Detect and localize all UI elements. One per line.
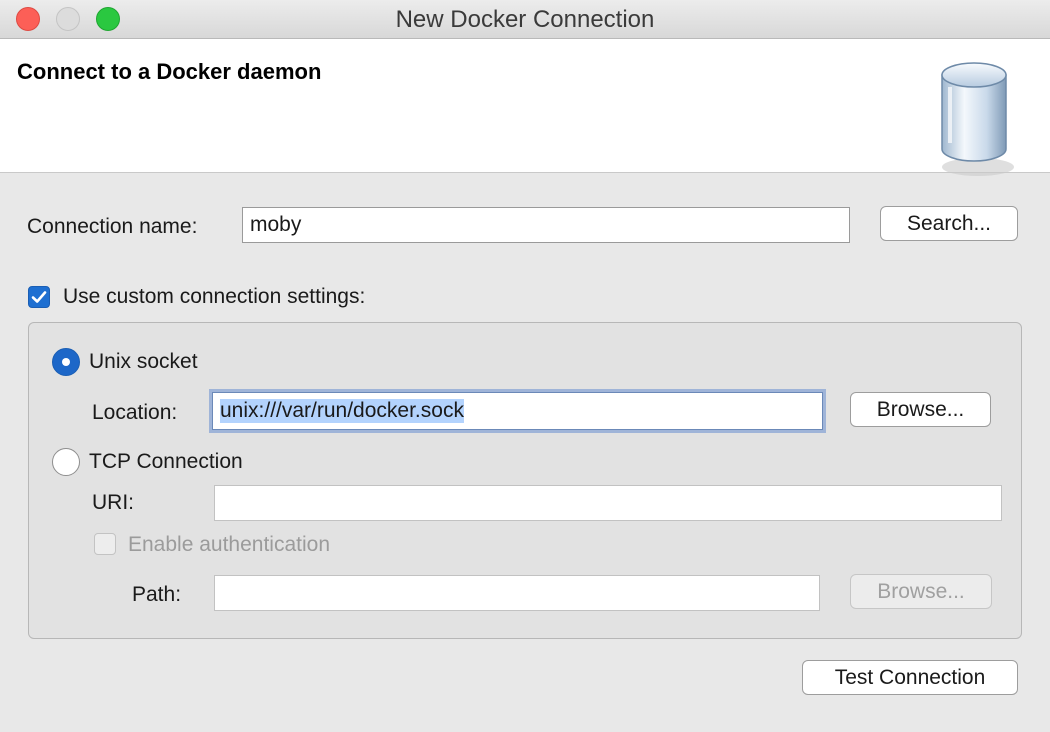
location-input[interactable]: unix:///var/run/docker.sock [212,392,823,430]
connection-name-value: moby [250,213,302,236]
checkmark-icon [31,291,47,303]
connection-name-input[interactable]: moby [242,207,850,243]
unix-socket-radio[interactable] [52,348,80,376]
location-value: unix:///var/run/docker.sock [220,399,464,423]
custom-settings-checkbox[interactable] [28,286,50,308]
tcp-connection-label: TCP Connection [89,450,243,473]
path-input[interactable] [214,575,820,611]
path-label: Path: [132,583,182,606]
enable-authentication-checkbox[interactable] [94,533,116,555]
tcp-connection-radio[interactable] [52,448,80,476]
test-connection-button[interactable]: Test Connection [802,660,1018,695]
connection-name-label: Connection name: [27,215,198,238]
enable-authentication-label: Enable authentication [128,533,330,556]
title-bar: New Docker Connection [0,0,1050,39]
database-cylinder-icon [930,57,1016,186]
unix-socket-label: Unix socket [89,350,198,373]
uri-input[interactable] [214,485,1002,521]
window-title: New Docker Connection [395,6,655,33]
uri-label: URI: [92,491,134,514]
path-browse-button[interactable]: Browse... [850,574,992,609]
location-browse-button[interactable]: Browse... [850,392,991,427]
wizard-banner: Connect to a Docker daemon [0,39,1050,176]
custom-settings-label: Use custom connection settings: [63,285,366,308]
search-button[interactable]: Search... [880,206,1018,241]
page-title: Connect to a Docker daemon [17,59,322,84]
location-label: Location: [92,401,178,424]
